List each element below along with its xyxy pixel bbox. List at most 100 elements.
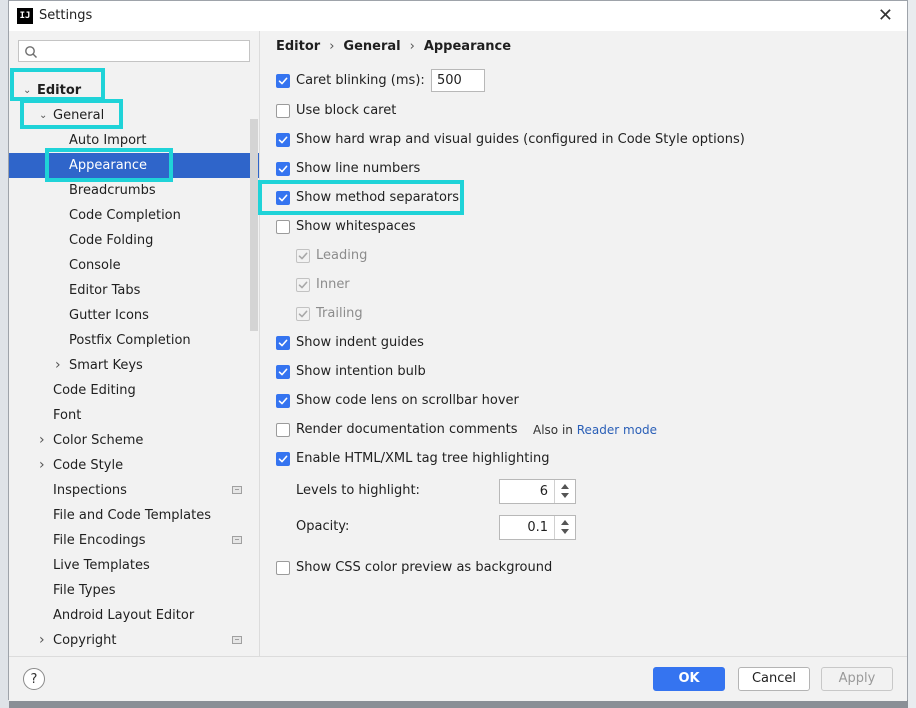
sidebar-item-console[interactable]: Console: [9, 253, 259, 278]
apply-button[interactable]: Apply: [821, 667, 893, 691]
sidebar-item-general[interactable]: ⌄ General: [9, 103, 259, 128]
opacity-spinner[interactable]: 0.1: [499, 515, 576, 540]
sidebar-item-file-and-code-templates[interactable]: File and Code Templates: [9, 503, 259, 528]
intellij-app-icon: IJ: [17, 8, 33, 24]
window-title: Settings: [39, 8, 93, 23]
sidebar-item-label: Editor Tabs: [69, 283, 141, 298]
sidebar-item-code-folding[interactable]: Code Folding: [9, 228, 259, 253]
project-scope-icon: [232, 486, 242, 494]
levels-value[interactable]: 6: [540, 480, 548, 503]
indent-guides-label: Show indent guides: [296, 335, 424, 350]
sidebar-item-live-templates[interactable]: Live Templates: [9, 553, 259, 578]
title-bar: IJ Settings ✕: [9, 1, 907, 31]
sidebar-item-gutter-icons[interactable]: Gutter Icons: [9, 303, 259, 328]
trailing-label: Trailing: [316, 306, 363, 321]
arrow-up-icon[interactable]: [561, 520, 569, 525]
caret-blinking-input[interactable]: 500: [431, 69, 485, 92]
sidebar-item-label: Live Templates: [53, 558, 150, 573]
sidebar-item-auto-import[interactable]: Auto Import: [9, 128, 259, 153]
intention-bulb-checkbox[interactable]: [276, 365, 290, 379]
breadcrumb-editor[interactable]: Editor: [276, 39, 320, 54]
sidebar-item-color-scheme[interactable]: › Color Scheme: [9, 428, 259, 453]
chevron-right-icon[interactable]: ›: [39, 453, 45, 478]
hard-wrap-label: Show hard wrap and visual guides (config…: [296, 132, 745, 147]
caret-blinking-checkbox[interactable]: [276, 74, 290, 88]
sidebar-item-label: Auto Import: [69, 133, 147, 148]
chevron-down-icon[interactable]: ⌄: [39, 103, 47, 128]
css-preview-checkbox[interactable]: [276, 561, 290, 575]
ok-button[interactable]: OK: [653, 667, 725, 691]
sidebar-item-editor[interactable]: ⌄ Editor: [9, 78, 259, 103]
sidebar-item-label: Code Editing: [53, 383, 136, 398]
reader-mode-link[interactable]: Reader mode: [577, 423, 657, 437]
opacity-spinner-arrows[interactable]: [554, 516, 575, 539]
search-icon: [25, 46, 37, 58]
tag-tree-checkbox[interactable]: [276, 452, 290, 466]
arrow-down-icon[interactable]: [561, 493, 569, 498]
sidebar-item-label: Smart Keys: [69, 358, 143, 373]
breadcrumb-separator: ›: [409, 39, 415, 54]
sidebar-item-appearance[interactable]: Appearance: [9, 153, 259, 178]
arrow-up-icon[interactable]: [561, 484, 569, 489]
line-numbers-label: Show line numbers: [296, 161, 421, 176]
leading-label: Leading: [316, 248, 368, 263]
breadcrumb-appearance: Appearance: [423, 39, 512, 54]
inner-label: Inner: [316, 277, 350, 292]
sidebar-item-file-encodings[interactable]: File Encodings: [9, 528, 259, 553]
sidebar-item-smart-keys[interactable]: › Smart Keys: [9, 353, 259, 378]
background-app-right: [908, 0, 916, 708]
chevron-right-icon[interactable]: ›: [55, 353, 61, 378]
whitespaces-checkbox[interactable]: [276, 220, 290, 234]
cancel-button[interactable]: Cancel: [738, 667, 810, 691]
levels-spinner-arrows[interactable]: [554, 480, 575, 503]
sidebar-item-code-style[interactable]: › Code Style: [9, 453, 259, 478]
sidebar-scrollbar[interactable]: [250, 119, 258, 331]
leading-checkbox: [296, 249, 310, 263]
sidebar-item-label: General: [53, 108, 105, 123]
sidebar-item-font[interactable]: Font: [9, 403, 259, 428]
appearance-panel: Editor › General › Appearance Caret blinking…: [260, 31, 907, 656]
render-docs-checkbox[interactable]: [276, 423, 290, 437]
sidebar-item-label: File and Code Templates: [53, 508, 211, 523]
sidebar-item-copyright[interactable]: › Copyright: [9, 628, 259, 653]
render-docs-option[interactable]: Render documentation comments Also in Re…: [276, 420, 696, 440]
sidebar-item-code-editing[interactable]: Code Editing: [9, 378, 259, 403]
also-in-hint: Also in Reader mode: [533, 420, 657, 440]
sidebar-item-label: File Encodings: [53, 533, 146, 548]
sidebar-item-file-types[interactable]: File Types: [9, 578, 259, 603]
opacity-label: Opacity:: [296, 519, 350, 534]
sidebar-item-label: Appearance: [69, 158, 148, 173]
sidebar-item-breadcrumbs[interactable]: Breadcrumbs: [9, 178, 259, 203]
line-numbers-checkbox[interactable]: [276, 162, 290, 176]
sidebar-item-label: Gutter Icons: [69, 308, 149, 323]
sidebar-item-postfix-completion[interactable]: Postfix Completion: [9, 328, 259, 353]
hard-wrap-checkbox[interactable]: [276, 133, 290, 147]
intention-bulb-label: Show intention bulb: [296, 364, 426, 379]
breadcrumb-separator: ›: [329, 39, 335, 54]
method-separators-label: Show method separators: [296, 190, 460, 205]
method-separators-checkbox[interactable]: [276, 191, 290, 205]
sidebar-item-editor-tabs[interactable]: Editor Tabs: [9, 278, 259, 303]
search-input[interactable]: [18, 40, 250, 62]
block-caret-checkbox[interactable]: [276, 104, 290, 118]
sidebar-item-label: Console: [69, 258, 121, 273]
chevron-right-icon[interactable]: ›: [39, 628, 45, 653]
sidebar-item-label: Breadcrumbs: [69, 183, 156, 198]
opacity-value[interactable]: 0.1: [527, 516, 548, 539]
arrow-down-icon[interactable]: [561, 529, 569, 534]
sidebar-item-inspections[interactable]: Inspections: [9, 478, 259, 503]
sidebar-item-label: Android Layout Editor: [53, 608, 195, 623]
code-lens-checkbox[interactable]: [276, 394, 290, 408]
close-icon[interactable]: ✕: [878, 5, 893, 26]
sidebar-item-code-completion[interactable]: Code Completion: [9, 203, 259, 228]
breadcrumb-general[interactable]: General: [343, 39, 400, 54]
help-icon[interactable]: ?: [23, 668, 45, 690]
indent-guides-checkbox[interactable]: [276, 336, 290, 350]
tag-tree-label: Enable HTML/XML tag tree highlighting: [296, 451, 550, 466]
block-caret-label: Use block caret: [296, 103, 397, 118]
chevron-right-icon[interactable]: ›: [39, 428, 45, 453]
sidebar-item-android-layout-editor[interactable]: Android Layout Editor: [9, 603, 259, 628]
project-scope-icon: [232, 536, 242, 544]
chevron-down-icon[interactable]: ⌄: [23, 78, 31, 103]
levels-spinner[interactable]: 6: [499, 479, 576, 504]
